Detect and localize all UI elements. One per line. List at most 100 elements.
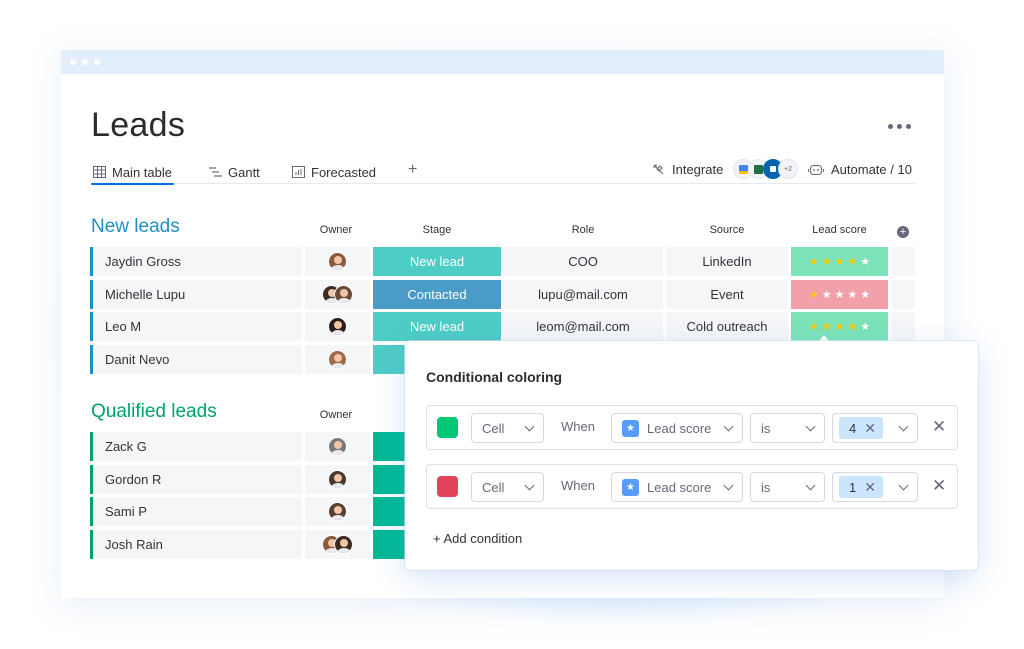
avatar[interactable] <box>334 284 353 304</box>
owner-avatars <box>322 535 353 555</box>
star-icon[interactable]: ★ <box>809 288 819 301</box>
stage-cell[interactable] <box>373 464 405 494</box>
star-icon[interactable]: ★ <box>835 288 845 301</box>
column-dropdown[interactable]: ★ Lead score <box>611 472 743 502</box>
star-icon[interactable]: ★ <box>822 288 832 301</box>
remove-value-icon[interactable]: ✕ <box>864 420 876 437</box>
automate-button[interactable]: Automate / 10 <box>808 162 912 177</box>
chevron-down-icon <box>524 480 535 491</box>
star-icon[interactable]: ★ <box>809 255 819 268</box>
star-icon[interactable]: ★ <box>835 320 845 333</box>
lead-score-cell[interactable]: ★ ★ ★ ★ ★ <box>791 247 888 276</box>
star-icon[interactable]: ★ <box>860 320 870 333</box>
lead-name-cell[interactable]: Danit Nevo <box>90 345 302 375</box>
owner-cell[interactable] <box>305 247 370 276</box>
lead-name-cell[interactable]: Josh Rain <box>90 530 302 560</box>
value-dropdown[interactable]: 4 ✕ <box>832 413 918 443</box>
avatar[interactable] <box>328 252 347 271</box>
star-icon[interactable]: ★ <box>835 255 845 268</box>
stage-cell[interactable] <box>373 497 405 527</box>
star-icon[interactable]: ★ <box>847 255 857 268</box>
column-dropdown[interactable]: ★ Lead score <box>611 413 743 443</box>
window-dot <box>82 59 88 65</box>
star-icon[interactable]: ★ <box>860 255 870 268</box>
owner-cell[interactable] <box>305 530 370 560</box>
owner-cell[interactable] <box>305 464 370 494</box>
lead-name-cell[interactable]: Leo M <box>90 312 302 342</box>
owner-cell[interactable] <box>305 345 370 375</box>
window-dot <box>94 59 100 65</box>
target-dropdown[interactable]: Cell <box>471 472 544 502</box>
group-title-new-leads[interactable]: New leads <box>91 216 180 238</box>
window-dot <box>70 59 76 65</box>
role-cell[interactable]: lupu@mail.com <box>503 279 663 309</box>
source-cell[interactable]: Cold outreach <box>666 312 788 342</box>
column-header-source[interactable]: Source <box>666 224 788 236</box>
add-column-button[interactable]: + <box>897 226 909 238</box>
stage-cell[interactable]: New lead <box>373 312 501 342</box>
operator-dropdown[interactable]: is <box>750 413 825 443</box>
lead-name-cell[interactable]: Sami P <box>90 497 302 527</box>
avatar[interactable] <box>328 469 347 489</box>
avatar[interactable] <box>334 535 353 555</box>
color-swatch[interactable] <box>437 417 458 438</box>
more-options-button[interactable] <box>888 124 911 129</box>
column-header-owner[interactable]: Owner <box>306 409 366 421</box>
add-condition-button[interactable]: + Add condition <box>433 531 522 546</box>
target-dropdown[interactable]: Cell <box>471 413 544 443</box>
tab-forecasted[interactable]: Forecasted <box>292 162 376 182</box>
rating-stars: ★ ★ ★ ★ ★ <box>809 255 870 268</box>
dropdown-value: Lead score <box>647 479 712 495</box>
tab-main-table[interactable]: Main table <box>91 162 174 185</box>
source-cell[interactable]: LinkedIn <box>666 247 788 276</box>
tab-label: Main table <box>112 164 172 180</box>
avatar[interactable] <box>328 317 347 337</box>
integrate-button[interactable]: Integrate <box>652 162 723 177</box>
lead-name-cell[interactable]: Jaydin Gross <box>90 247 302 276</box>
lead-score-cell[interactable]: ★ ★ ★ ★ ★ <box>791 279 888 309</box>
stage-cell[interactable] <box>373 530 405 560</box>
owner-cell[interactable] <box>305 312 370 342</box>
lead-score-cell[interactable]: ★ ★ ★ ★ ★ <box>791 312 888 342</box>
dropdown-value: Cell <box>482 479 505 495</box>
group-title-qualified-leads[interactable]: Qualified leads <box>91 401 217 423</box>
star-icon[interactable]: ★ <box>809 320 819 333</box>
color-swatch[interactable] <box>437 476 458 497</box>
stage-cell[interactable]: New lead <box>373 247 501 276</box>
column-header-role[interactable]: Role <box>503 224 663 236</box>
column-header-stage[interactable]: Stage <box>373 224 501 236</box>
star-icon[interactable]: ★ <box>860 288 870 301</box>
column-header-lead-score[interactable]: Lead score <box>791 224 888 236</box>
operator-dropdown[interactable]: is <box>750 472 825 502</box>
tab-gantt[interactable]: Gantt <box>209 162 260 182</box>
value-dropdown[interactable]: 1 ✕ <box>832 472 918 502</box>
avatar[interactable] <box>328 350 347 370</box>
remove-value-icon[interactable]: ✕ <box>864 479 876 496</box>
lead-name-cell[interactable]: Michelle Lupu <box>90 279 302 309</box>
panel-title: Conditional coloring <box>426 369 563 385</box>
tab-label: Forecasted <box>311 164 377 180</box>
column-header-owner[interactable]: Owner <box>306 224 366 236</box>
stage-cell[interactable] <box>373 432 405 461</box>
lead-name-cell[interactable]: Zack G <box>90 432 302 461</box>
avatar[interactable] <box>328 437 347 456</box>
star-icon[interactable]: ★ <box>822 320 832 333</box>
integration-apps[interactable]: +2 <box>733 159 798 179</box>
stage-cell[interactable] <box>373 345 405 375</box>
remove-condition-icon[interactable]: ✕ <box>932 418 946 435</box>
avatar[interactable] <box>328 502 347 522</box>
star-icon[interactable]: ★ <box>847 320 857 333</box>
add-view-button[interactable]: + <box>408 161 417 179</box>
owner-cell[interactable] <box>305 279 370 309</box>
owner-cell[interactable] <box>305 432 370 461</box>
star-icon[interactable]: ★ <box>822 255 832 268</box>
source-cell[interactable]: Event <box>666 279 788 309</box>
role-cell[interactable]: COO <box>503 247 663 276</box>
page-title: Leads <box>91 106 186 144</box>
remove-condition-icon[interactable]: ✕ <box>932 477 946 494</box>
owner-cell[interactable] <box>305 497 370 527</box>
stage-cell[interactable]: Contacted <box>373 279 501 309</box>
star-icon[interactable]: ★ <box>847 288 857 301</box>
lead-name-cell[interactable]: Gordon R <box>90 464 302 494</box>
role-cell[interactable]: leom@mail.com <box>503 312 663 342</box>
